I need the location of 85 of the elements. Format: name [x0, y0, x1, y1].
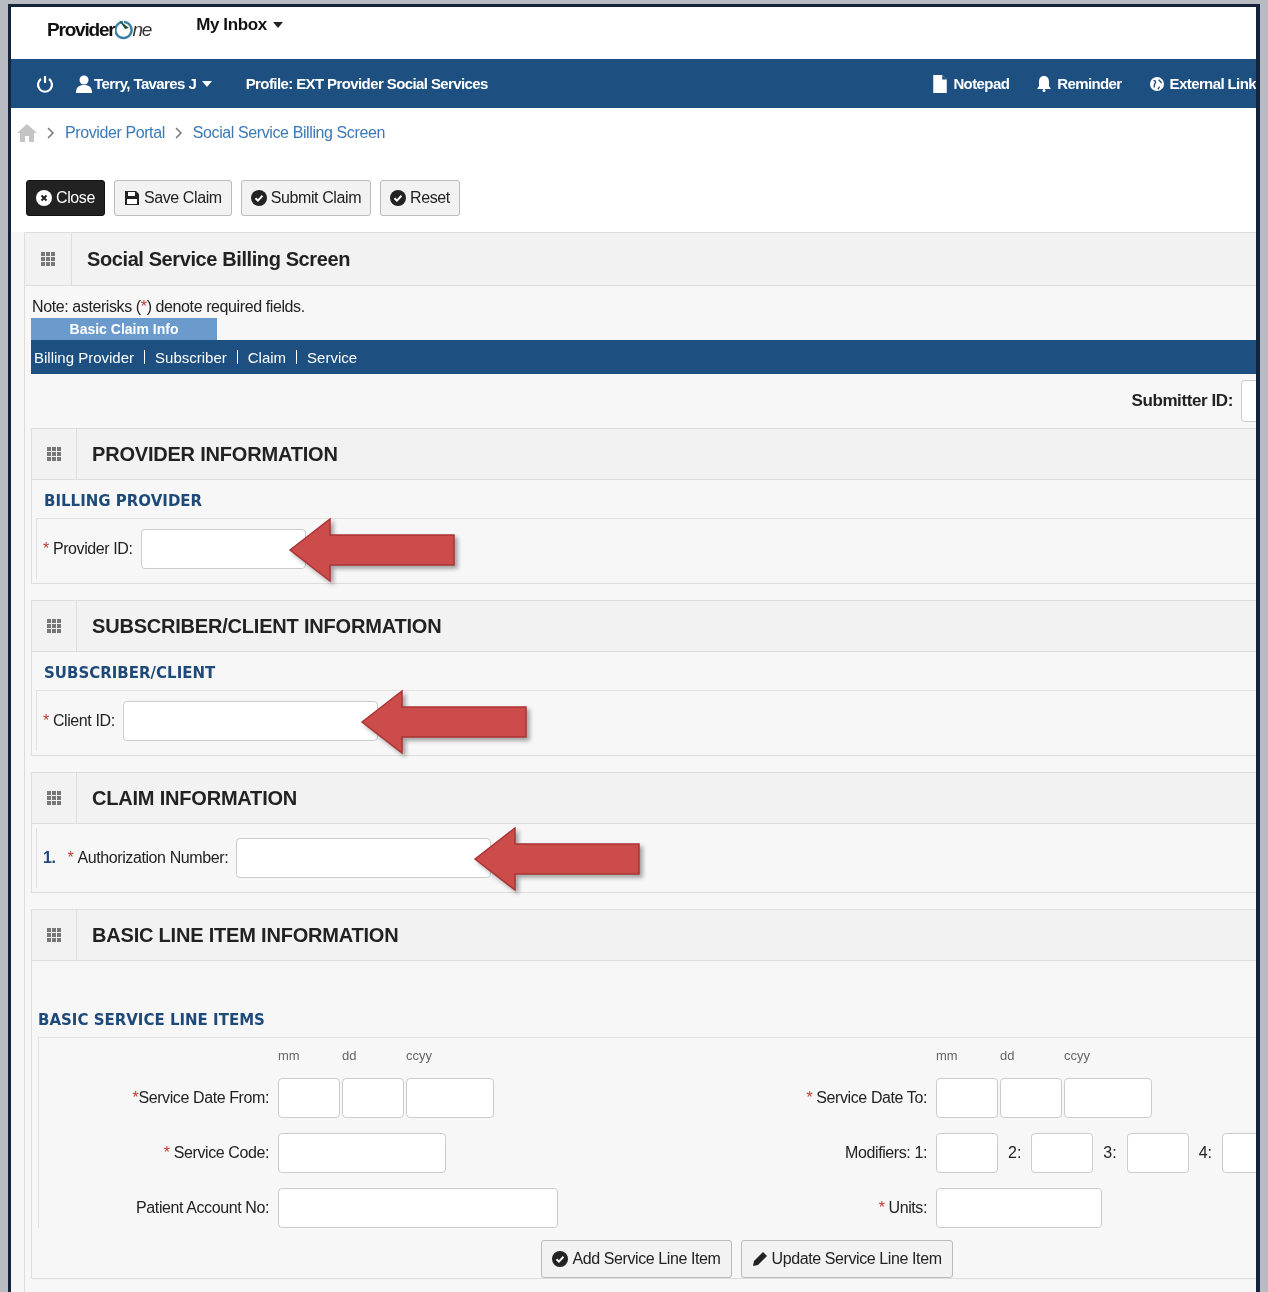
grid-icon[interactable]: [40, 251, 56, 267]
field-label: *Service Date From:: [131, 1089, 269, 1107]
input-field[interactable]: [936, 1188, 1102, 1228]
input-field[interactable]: [140, 529, 306, 569]
date-part-label: mm: [278, 1048, 300, 1063]
close-icon: [36, 190, 52, 206]
nav-link[interactable]: Reminder: [1037, 74, 1122, 93]
input-field[interactable]: [236, 838, 492, 878]
grid-icon[interactable]: [46, 927, 62, 943]
home-icon[interactable]: [17, 124, 37, 142]
field-label: * Provider ID:: [43, 540, 133, 558]
toolbar-button[interactable]: Submit Claim: [240, 180, 372, 216]
input-field[interactable]: [278, 1133, 446, 1173]
input-field[interactable]: [1000, 1078, 1062, 1118]
field-label: 2:: [1008, 1144, 1022, 1162]
input-field[interactable]: [342, 1078, 404, 1118]
field-label: Submitter ID:: [1131, 391, 1233, 411]
user-icon: [76, 74, 92, 93]
globe-icon: [1149, 74, 1164, 93]
input-field[interactable]: [936, 1133, 998, 1173]
date-part-label: dd: [342, 1048, 357, 1063]
input-field[interactable]: [1031, 1133, 1094, 1173]
input-field[interactable]: [936, 1078, 998, 1118]
toolbar-button[interactable]: Reset: [380, 180, 460, 216]
input-field[interactable]: [406, 1078, 494, 1118]
section-title: SUBSCRIBER/CLIENT INFORMATION: [92, 614, 442, 638]
field-label: * Client ID:: [43, 712, 115, 730]
input-field[interactable]: [278, 1078, 340, 1118]
document-icon: [933, 74, 948, 93]
power-icon[interactable]: [36, 74, 54, 93]
nav-link[interactable]: External Link: [1149, 74, 1256, 93]
breadcrumb-link[interactable]: Social Service Billing Screen: [192, 124, 385, 142]
check-circle-icon: [250, 190, 267, 206]
bell-icon: [1037, 74, 1052, 93]
subsection-title: BASIC SERVICE LINE ITEMS: [38, 1011, 1256, 1038]
field-label: * Service Date To:: [805, 1089, 927, 1107]
field-label: Modifiers: 1:: [844, 1144, 927, 1162]
chevron-icon: [47, 127, 55, 139]
nav-link[interactable]: Notepad: [933, 74, 1010, 93]
save-icon: [123, 190, 140, 206]
section-link[interactable]: Claim: [247, 348, 287, 366]
grid-icon[interactable]: [46, 446, 62, 462]
input-field[interactable]: [1064, 1078, 1152, 1118]
field-label: * Units:: [877, 1199, 927, 1217]
section-title: PROVIDER INFORMATION: [92, 442, 338, 466]
input-field[interactable]: [1126, 1133, 1189, 1173]
section-title: BASIC LINE ITEM INFORMATION: [92, 923, 399, 947]
toolbar-button[interactable]: Close: [26, 180, 105, 216]
subsection-title: BILLING PROVIDER: [36, 484, 1256, 519]
toolbar-button[interactable]: Save Claim: [113, 180, 232, 216]
chevron-icon: [174, 127, 183, 139]
field-label: 3:: [1103, 1144, 1117, 1162]
grid-icon[interactable]: [46, 790, 62, 806]
field-label: Patient Account No:: [135, 1199, 269, 1217]
section-link[interactable]: Service: [307, 348, 358, 366]
field-label: * Authorization Number:: [67, 849, 229, 867]
field-label: * Service Code:: [162, 1144, 269, 1162]
date-part-label: ccyy: [1064, 1048, 1090, 1063]
logo[interactable]: Provider ne: [47, 19, 152, 41]
grid-icon[interactable]: [46, 618, 62, 634]
section-title: CLAIM INFORMATION: [92, 786, 298, 810]
input-field[interactable]: [278, 1188, 558, 1228]
breadcrumb-link[interactable]: Provider Portal: [65, 124, 165, 142]
date-part-label: dd: [1000, 1048, 1015, 1063]
pencil-icon: [751, 1251, 768, 1267]
line-item-button[interactable]: Update Service Line Item: [740, 1240, 953, 1278]
panel-title: Social Service Billing Screen: [87, 247, 350, 271]
check-circle-icon: [552, 1251, 569, 1267]
section-link[interactable]: Billing Provider: [34, 348, 135, 366]
caret-icon: [272, 22, 283, 28]
inbox-menu[interactable]: My Inbox: [196, 15, 283, 35]
subsection-title: SUBSCRIBER/CLIENT: [36, 656, 1256, 691]
date-part-label: ccyy: [406, 1048, 432, 1063]
section-link[interactable]: Subscriber: [155, 348, 227, 366]
user-menu[interactable]: Terry, Tavares J: [76, 74, 212, 93]
item-number: 1.: [43, 849, 56, 867]
field-label: 4:: [1198, 1144, 1213, 1162]
date-part-label: mm: [936, 1048, 958, 1063]
profile-label: Profile: EXT Provider Social Services: [245, 75, 488, 92]
input-field[interactable]: [122, 701, 378, 741]
caret-icon: [201, 80, 212, 87]
submitter-id-field[interactable]: [1241, 380, 1256, 422]
required-note: Note: asterisks (*) denote required fields.: [31, 297, 306, 316]
line-item-button[interactable]: Add Service Line Item: [541, 1240, 732, 1278]
check-circle-icon: [390, 190, 407, 206]
